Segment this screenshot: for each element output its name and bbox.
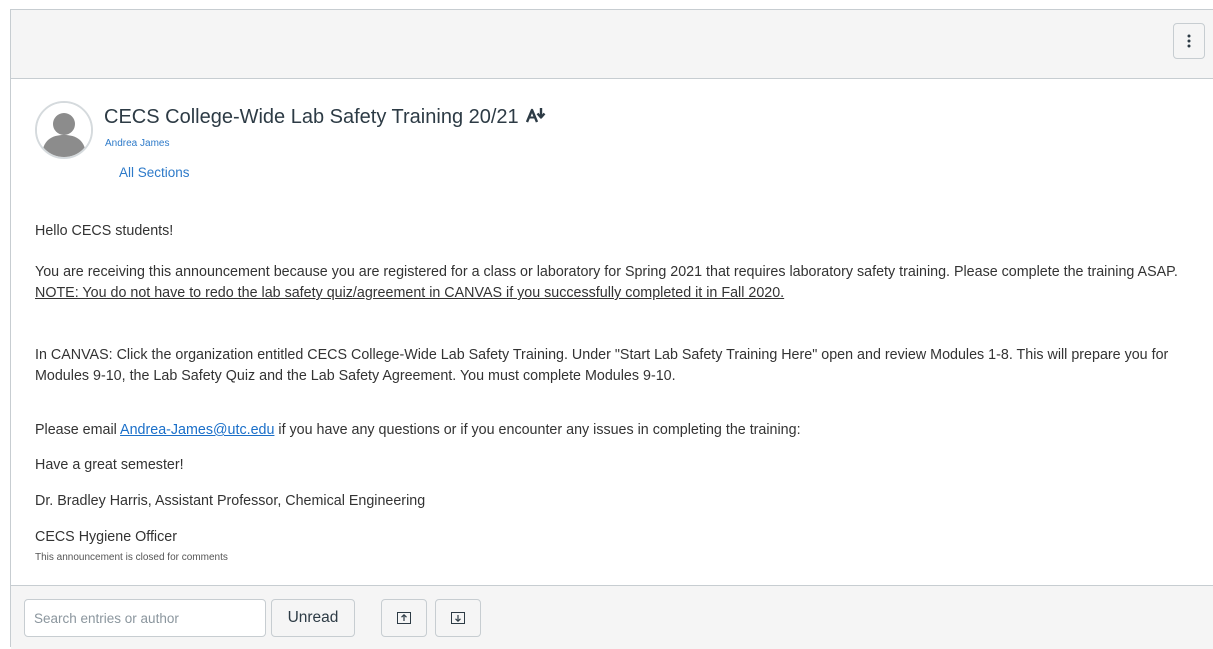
top-toolbar [11, 10, 1213, 79]
announcement-header: CECS College-Wide Lab Safety Training 20… [35, 101, 1185, 191]
bottom-toolbar: Unread [11, 585, 1213, 649]
email-link[interactable]: Andrea-James@utc.edu [120, 422, 274, 438]
more-options-button[interactable] [1173, 23, 1205, 59]
author-link[interactable]: Andrea James [105, 138, 169, 149]
paragraph-instructions: In CANVAS: Click the organization entitl… [35, 347, 1169, 384]
kebab-menu-icon [1187, 34, 1191, 48]
sections-link[interactable]: All Sections [119, 165, 190, 180]
greeting-text: Hello CECS students! [35, 223, 174, 239]
expand-all-button[interactable] [435, 599, 481, 637]
comments-closed-note: This announcement is closed for comments [35, 552, 228, 563]
title-text: CECS College-Wide Lab Safety Training 20… [104, 106, 519, 128]
announcement-frame: CECS College-Wide Lab Safety Training 20… [10, 9, 1213, 649]
default-avatar-icon [37, 103, 91, 157]
signature-name: Dr. Bradley Harris, Assistant Professor,… [35, 493, 426, 509]
search-input[interactable] [24, 599, 266, 637]
registration-text: You are receiving this announcement beca… [35, 264, 1178, 280]
contact-text-after: if you have any questions or if you enco… [274, 422, 801, 438]
arrow-up-box-icon [397, 612, 411, 624]
paragraph-registration: You are receiving this announcement beca… [35, 262, 1200, 304]
author-avatar[interactable] [35, 101, 93, 159]
note-text: NOTE: You do not have to redo the lab sa… [35, 285, 785, 301]
arrow-down-box-icon [451, 612, 465, 624]
translate-icon[interactable] [525, 106, 546, 129]
contact-text-before: Please email [35, 422, 121, 438]
closing-text: Have a great semester! [35, 457, 184, 473]
announcement-title: CECS College-Wide Lab Safety Training 20… [104, 106, 546, 129]
unread-button[interactable]: Unread [271, 599, 355, 637]
paragraph-contact: Please email Andrea-James@utc.edu if you… [35, 420, 801, 441]
signature-title: CECS Hygiene Officer [35, 529, 177, 545]
collapse-all-button[interactable] [381, 599, 427, 637]
